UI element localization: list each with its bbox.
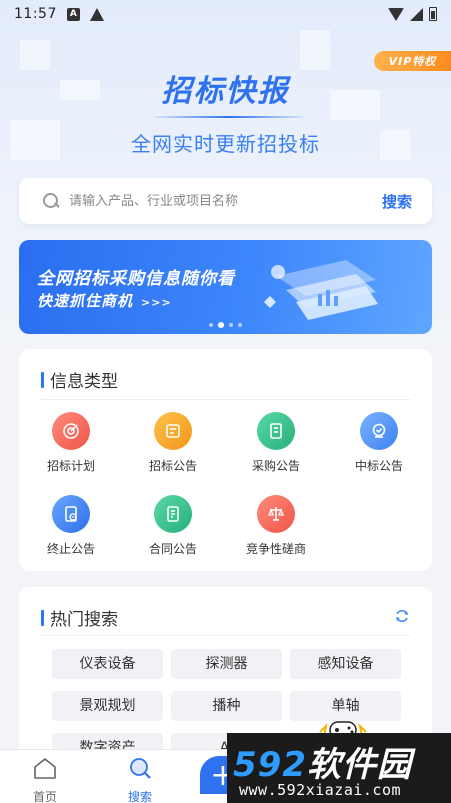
title-underline [155,116,303,118]
warning-icon [89,7,104,21]
section-marker [41,371,44,388]
award-icon [360,412,398,450]
banner-headline: 全网招标采购信息随你看 [37,269,235,289]
nav-home[interactable]: 首页 [15,756,75,803]
pagination-dot[interactable] [238,323,242,327]
nav-label: 首页 [32,790,57,803]
info-type-item[interactable]: 中标公告 [333,412,425,474]
hot-search-tag[interactable]: 景观规划 [52,691,163,721]
search-bar: 搜索 [19,178,432,224]
hot-search-tag[interactable]: 感知设备 [290,649,401,679]
search-icon [43,193,59,209]
divider [41,399,410,400]
status-time: 11:57 [14,6,57,22]
battery-icon [429,7,437,21]
section-header: 热门搜索 [41,605,118,630]
search-icon [130,758,151,779]
info-type-item[interactable]: 竞争性磋商 [230,495,322,557]
info-type-label: 竞争性磋商 [245,542,306,556]
section-header: 信息类型 [41,367,118,392]
info-types-card: 信息类型 招标计划 招标公告 采购公告 中标公告 终止公告 合同公告 竞争性磋商 [19,349,432,571]
info-type-label: 招标公告 [148,459,197,473]
search-button[interactable]: 搜索 [382,191,412,212]
pagination-dot[interactable] [209,323,213,327]
watermark-logo: 592软件园 www.592xiazai.com [227,733,451,803]
info-type-label: 采购公告 [251,459,300,473]
dashboard-illustration-icon [264,260,378,320]
nav-label: 搜索 [127,790,152,803]
search-input[interactable] [69,193,382,209]
info-type-item[interactable]: 招标公告 [127,412,219,474]
info-type-label: 中标公告 [354,459,403,473]
banner-arrows: >>> [141,296,172,309]
info-type-item[interactable]: 合同公告 [127,495,219,557]
section-marker [41,609,44,626]
info-type-label: 合同公告 [148,542,197,556]
watermark-url: www.592xiazai.com [239,781,402,799]
watermark-title: 592软件园 [233,737,412,786]
banner-subline: 快速抓住商机 >>> [37,290,172,311]
terminate-icon [52,495,90,533]
section-title: 热门搜索 [50,610,118,630]
promo-banner[interactable]: 全网招标采购信息随你看 快速抓住商机 >>> [19,240,432,334]
hot-search-tag[interactable]: 探测器 [171,649,282,679]
divider [41,635,410,636]
info-type-label: 终止公告 [46,542,95,556]
page-title: 招标快报 [161,74,290,109]
announcement-icon [154,412,192,450]
hot-search-tag[interactable]: 播种 [171,691,282,721]
info-type-item[interactable]: 采购公告 [230,412,322,474]
watermark-number: 592 [233,745,307,785]
nav-search[interactable]: 搜索 [110,756,170,803]
purchase-icon [257,412,295,450]
scale-icon [257,495,295,533]
status-bar: 11:57 A [0,0,451,28]
hot-search-tag[interactable]: 仪表设备 [52,649,163,679]
pagination-dot[interactable] [229,323,233,327]
signal-icon [410,7,423,21]
home-icon [34,758,56,779]
page-subtitle: 全网实时更新招投标 [131,132,320,156]
pagination-dot-active[interactable] [218,322,224,328]
wifi-icon [388,7,404,21]
refresh-icon[interactable] [394,608,410,624]
info-type-item[interactable]: 终止公告 [25,495,117,557]
banner-subline-text: 快速抓住商机 [37,292,134,310]
target-icon [52,412,90,450]
section-title: 信息类型 [50,372,118,392]
app-badge-icon: A [66,7,80,21]
info-type-item[interactable]: 招标计划 [25,412,117,474]
info-type-label: 招标计划 [46,459,95,473]
watermark-text: 软件园 [306,745,412,785]
banner-pagination [19,322,432,328]
contract-icon [154,495,192,533]
